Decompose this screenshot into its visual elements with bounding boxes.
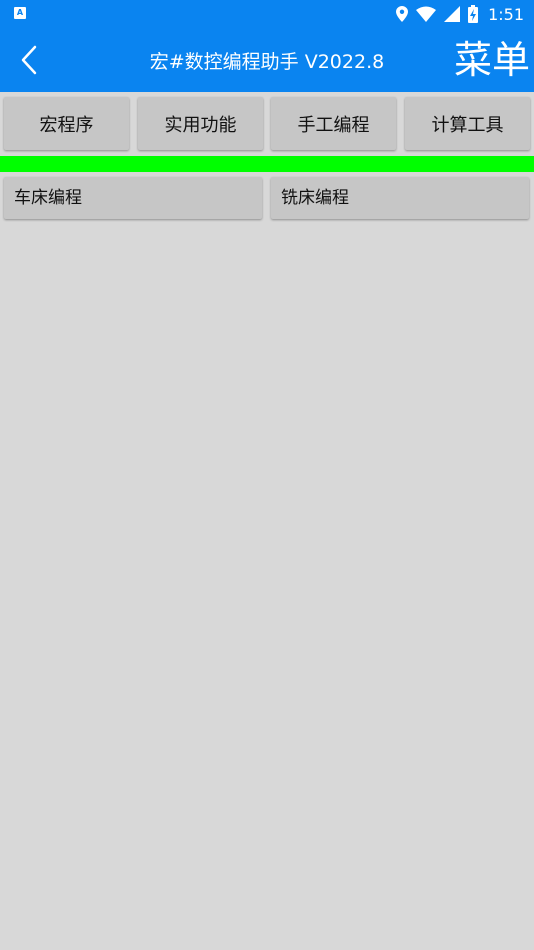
battery-charging-icon [468, 5, 479, 23]
tab-bar: 宏程序 实用功能 手工编程 计算工具 [0, 92, 534, 156]
app-bar: 宏#数控编程助手 V2022.8 菜单 [0, 28, 534, 92]
wifi-icon [416, 6, 437, 22]
tab-macro-program[interactable]: 宏程序 [4, 97, 129, 150]
tab-manual-programming[interactable]: 手工编程 [271, 97, 396, 150]
location-icon [396, 6, 409, 22]
chevron-left-icon [21, 45, 37, 75]
tab-indicator-bar [0, 156, 534, 172]
tab-calc-tools[interactable]: 计算工具 [405, 97, 530, 150]
app-notification-icon: A [14, 7, 26, 19]
page-title: 宏#数控编程助手 V2022.8 [149, 50, 385, 73]
status-time: 1:51 [488, 4, 524, 24]
menu-button[interactable]: 菜单 [454, 34, 530, 86]
status-bar: A 1:51 [0, 0, 534, 28]
signal-icon [444, 6, 461, 22]
lathe-programming-button[interactable]: 车床编程 [4, 177, 262, 219]
status-icons: 1:51 [396, 3, 524, 25]
milling-programming-button[interactable]: 铣床编程 [271, 177, 529, 219]
app-notification-badge-text: A [16, 8, 24, 17]
tab-utilities[interactable]: 实用功能 [138, 97, 263, 150]
content-area [0, 224, 534, 950]
back-button[interactable] [14, 42, 44, 78]
